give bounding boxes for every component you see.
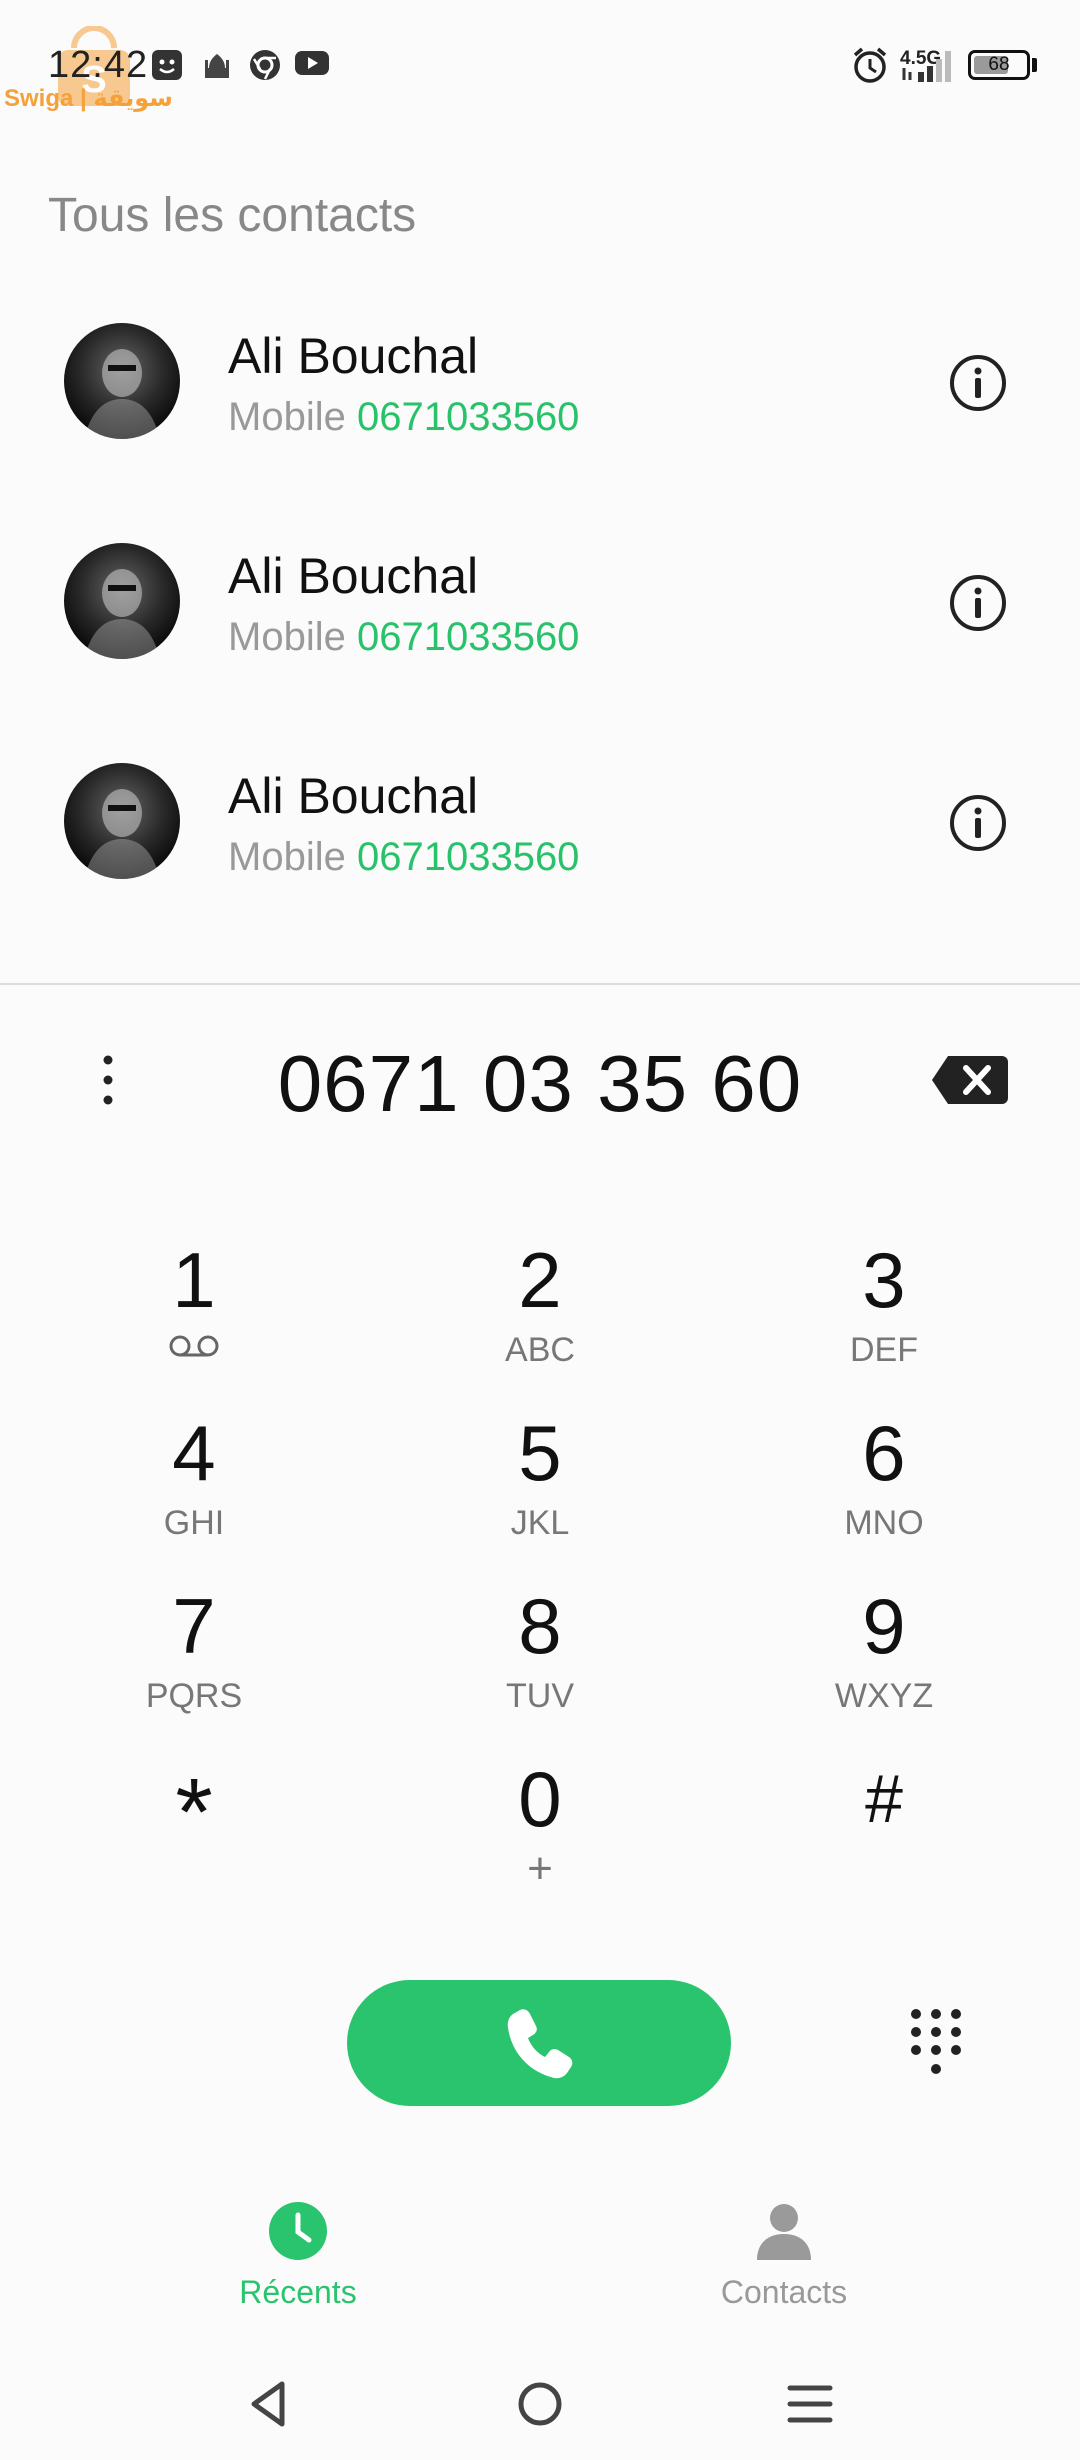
key-digit: 8 (518, 1582, 562, 1670)
key-1[interactable]: 1 (44, 1235, 344, 1405)
key-5[interactable]: 5 JKL (390, 1408, 690, 1578)
key-digit: 7 (172, 1582, 216, 1670)
contact-detail: Mobile 0671033560 (228, 615, 579, 660)
phone-icon (507, 2009, 573, 2079)
contact-type: Mobile (228, 395, 346, 439)
key-letters: ABC (505, 1331, 575, 1369)
avatar (64, 543, 180, 659)
dialpad-icon[interactable] (908, 2006, 964, 2078)
contact-row[interactable]: Ali Bouchal Mobile 0671033560 (0, 285, 1080, 495)
key-0[interactable]: 0 + (390, 1754, 690, 1924)
home-icon[interactable] (510, 2374, 570, 2434)
key-8[interactable]: 8 TUV (390, 1581, 690, 1751)
key-7[interactable]: 7 PQRS (44, 1581, 344, 1751)
mosque-icon (205, 54, 229, 78)
key-digit: 3 (862, 1236, 906, 1324)
contact-row[interactable]: Ali Bouchal Mobile 0671033560 (0, 505, 1080, 715)
bottom-navigation: Récents Contacts (0, 2165, 1080, 2315)
tab-recents[interactable]: Récents (148, 2200, 448, 2320)
tab-contacts-label: Contacts (720, 2274, 848, 2310)
back-icon[interactable] (240, 2374, 300, 2434)
key-letters: JKL (510, 1504, 570, 1542)
status-time: 12:42 (48, 44, 149, 86)
watermark-label: Swiga | سويقة (4, 85, 173, 112)
key-6[interactable]: 6 MNO (734, 1408, 1034, 1578)
contact-detail: Mobile 0671033560 (228, 395, 579, 440)
key-digit: * (175, 1759, 213, 1866)
key-digit: # (865, 1761, 903, 1837)
contact-type: Mobile (228, 615, 346, 659)
avatar-portrait-icon (84, 349, 160, 439)
key-letters: WXYZ (834, 1677, 934, 1715)
contact-name: Ali Bouchal (228, 768, 479, 824)
person-icon (757, 2204, 811, 2260)
info-icon[interactable] (948, 573, 1008, 633)
key-letters: TUV (506, 1677, 574, 1715)
key-digit: 9 (862, 1582, 906, 1670)
key-2[interactable]: 2 ABC (390, 1235, 690, 1405)
alarm-icon (853, 47, 887, 83)
backspace-icon[interactable] (930, 1052, 1010, 1108)
key-digit: 2 (518, 1236, 562, 1324)
dialed-number[interactable]: 0671 03 35 60 (0, 1038, 1080, 1130)
key-letters: + (527, 1844, 553, 1893)
key-star[interactable]: * (44, 1754, 344, 1924)
menu-icon[interactable] (780, 2374, 840, 2434)
key-9[interactable]: 9 WXYZ (734, 1581, 1034, 1751)
avatar (64, 763, 180, 879)
contact-number: 0671033560 (356, 395, 580, 439)
phone-dialer-screen: S Swiga | سويقة 12:42 4.5G 68 Tous les c… (0, 0, 1080, 2460)
key-letters: GHI (163, 1504, 225, 1542)
contacts-section-title: Tous les contacts (48, 189, 417, 242)
battery-level: 68 (988, 54, 1010, 75)
key-hash[interactable]: # (734, 1754, 1034, 1924)
contact-detail: Mobile 0671033560 (228, 835, 579, 880)
smiley-notification-icon (152, 50, 182, 80)
key-digit: 0 (518, 1755, 562, 1843)
info-icon[interactable] (948, 353, 1008, 413)
signal-icon (902, 51, 951, 82)
contact-number: 0671033560 (356, 835, 580, 879)
system-navigation-bar (0, 2360, 1080, 2460)
key-letters: DEF (850, 1331, 918, 1369)
youtube-icon (295, 51, 329, 75)
battery-tip (1032, 58, 1037, 72)
contact-name: Ali Bouchal (228, 548, 479, 604)
status-bar: S Swiga | سويقة 12:42 4.5G 68 (0, 0, 1080, 130)
voicemail-icon (169, 1335, 219, 1357)
key-digit: 1 (172, 1236, 216, 1324)
key-digit: 6 (862, 1409, 906, 1497)
battery-icon: 68 (968, 50, 1030, 80)
call-button[interactable] (347, 1980, 731, 2106)
tab-contacts[interactable]: Contacts (634, 2200, 934, 2320)
divider (0, 983, 1080, 985)
info-icon[interactable] (948, 793, 1008, 853)
contact-type: Mobile (228, 835, 346, 879)
contact-number: 0671033560 (356, 615, 580, 659)
contact-name: Ali Bouchal (228, 328, 479, 384)
avatar (64, 323, 180, 439)
key-digit: 4 (172, 1409, 216, 1497)
key-letters: PQRS (145, 1677, 243, 1715)
browser-icon (250, 50, 280, 80)
key-4[interactable]: 4 GHI (44, 1408, 344, 1578)
clock-icon (269, 2202, 327, 2260)
key-digit: 5 (518, 1409, 562, 1497)
tab-recents-label: Récents (239, 2274, 357, 2310)
key-letters: MNO (844, 1504, 924, 1542)
key-3[interactable]: 3 DEF (734, 1235, 1034, 1405)
avatar-portrait-icon (84, 569, 160, 659)
contact-row[interactable]: Ali Bouchal Mobile 0671033560 (0, 725, 1080, 935)
avatar-portrait-icon (84, 789, 160, 879)
